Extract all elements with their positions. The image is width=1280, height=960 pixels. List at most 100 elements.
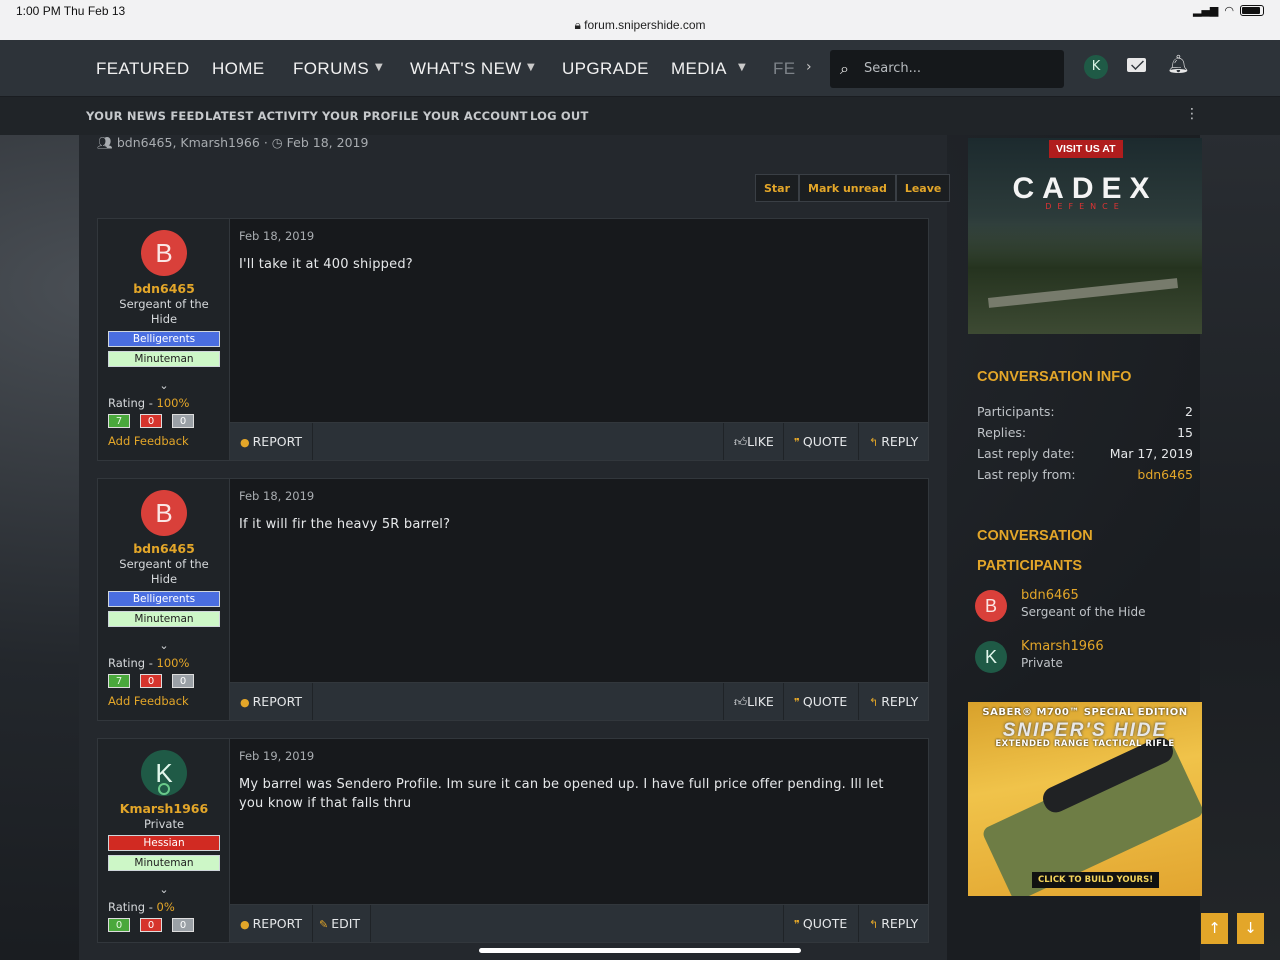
nav-forums[interactable]: FORUMS [293,59,369,79]
quote-button[interactable]: ❞ QUOTE [783,683,857,720]
chevron-down-icon[interactable]: ⌄ [98,639,230,652]
message-date[interactable]: Feb 18, 2019 [239,229,314,243]
message-user-panel: K Kmarsh1966 Private Hessian Minuteman ⌄… [98,739,230,942]
quote-icon: ❞ [794,696,800,709]
subnav-your-profile[interactable]: YOUR PROFILE [322,109,419,123]
report-button[interactable]: ● REPORT [230,905,313,942]
ad-visit-label: VISIT US AT [1049,140,1123,158]
chevron-down-icon[interactable]: ▼ [738,62,746,73]
message: B bdn6465 Sergeant of the Hide Belligere… [97,478,929,721]
like-button[interactable]: 👍︎LIKE [723,423,784,460]
arrow-up-icon: ↑ [1208,919,1221,937]
nav-featured[interactable]: FEATURED [96,59,190,79]
reply-button[interactable]: ↰ REPLY [858,423,928,460]
chevron-down-icon[interactable]: ⌄ [98,379,230,392]
chevron-right-icon[interactable]: › [806,59,812,75]
report-icon: ● [240,436,250,449]
top-nav: FEATURED HOME FORUMS ▼ WHAT'S NEW ▼ UPGR… [0,40,1280,97]
account-avatar[interactable]: K [1084,55,1108,79]
neutral-count: 0 [172,918,194,932]
subnav-your-account[interactable]: YOUR ACCOUNT [423,109,528,123]
bell-icon[interactable]: 🔔︎ [1167,54,1190,75]
scroll-bottom-button[interactable]: ↓ [1237,913,1264,944]
feedback-votes: 0 0 0 [108,918,194,932]
participant-title: Private [1021,656,1063,670]
user-banner: Hessian [108,835,220,851]
participant-item[interactable]: K Kmarsh1966 Private [975,639,1195,679]
mark-unread-button[interactable]: Mark unread [799,174,896,202]
quote-icon: ❞ [794,436,800,449]
participant-item[interactable]: B bdn6465 Sergeant of the Hide [975,588,1195,628]
message-footer: ● REPORT ✎ EDIT ❞ QUOTE ↰ REPLY [230,904,928,942]
quote-button[interactable]: ❞ QUOTE [783,905,857,942]
home-indicator[interactable] [479,948,801,953]
more-vertical-icon[interactable]: ⋮ [1185,106,1199,122]
user-title: Sergeant of the Hide [119,297,209,326]
quote-button[interactable]: ❞ QUOTE [783,423,857,460]
pencil-icon: ✎ [319,918,329,931]
avatar[interactable]: B [141,490,187,536]
status-time: 1:00 PM Thu Feb 13 [16,4,126,18]
scroll-top-button[interactable]: ↑ [1201,913,1228,944]
edit-button[interactable]: ✎ EDIT [309,905,372,942]
user-title: Private [143,817,185,831]
subnav-log-out[interactable]: LOG OUT [530,109,589,123]
negative-count: 0 [140,674,162,688]
reply-button[interactable]: ↰ REPLY [858,683,928,720]
snipershide-rifle-advertisement[interactable]: SABER® M700™ SPECIAL EDITION SNIPER'S HI… [968,702,1202,896]
feedback-votes: 7 0 0 [108,414,194,428]
cadex-logo-sub: DEFENCE [1045,202,1125,211]
chevron-down-icon[interactable]: ⌄ [98,883,230,896]
ad-cta: CLICK TO BUILD YOURS! [1032,872,1160,888]
message-body: If it will fir the heavy 5R barrel? [239,517,451,532]
sub-nav: YOUR NEWS FEED LATEST ACTIVITY YOUR PROF… [0,97,1280,135]
add-feedback-link[interactable]: Add Feedback [108,694,189,708]
wifi-icon: ◠ [1224,4,1234,17]
conversation-participants: CONVERSATION PARTICIPANTS B bdn6465 Serg… [967,521,1202,681]
report-button[interactable]: ● REPORT [230,423,313,460]
nav-upgrade[interactable]: UPGRADE [562,59,649,79]
last-reply-user-link[interactable]: bdn6465 [1137,467,1193,482]
nav-media[interactable]: MEDIA [671,59,727,79]
user-rating: Rating - 0% [108,900,175,914]
cadex-advertisement[interactable]: VISIT US AT CADEX DEFENCE [968,138,1202,334]
conversation-actions: Star Mark unread Leave [755,174,951,202]
report-button[interactable]: ● REPORT [230,683,313,720]
message-date[interactable]: Feb 19, 2019 [239,749,314,763]
chevron-down-icon[interactable]: ▼ [375,62,383,73]
username[interactable]: bdn6465 [98,281,230,296]
user-banner: Minuteman [108,351,220,367]
reply-button[interactable]: ↰ REPLY [858,905,928,942]
subnav-news-feed[interactable]: YOUR NEWS FEED [86,109,204,123]
avatar[interactable]: B [141,230,187,276]
nav-truncated[interactable]: FE [773,59,796,79]
username[interactable]: bdn6465 [98,541,230,556]
ad-subline: EXTENDED RANGE TACTICAL RIFLE [995,739,1175,749]
message-footer: ● REPORT 👍︎LIKE ❞ QUOTE ↰ REPLY [230,682,928,720]
avatar[interactable]: B [975,590,1007,622]
subnav-latest-activity[interactable]: LATEST ACTIVITY [205,109,318,123]
user-banner: Belligerents [108,591,220,607]
like-button[interactable]: 👍︎LIKE [723,683,784,720]
add-feedback-link[interactable]: Add Feedback [108,434,189,448]
avatar[interactable]: K [975,641,1007,673]
signal-icon: ▂▄▆ [1193,4,1219,17]
nav-home[interactable]: HOME [212,59,265,79]
message-date[interactable]: Feb 18, 2019 [239,489,314,503]
participant-name[interactable]: Kmarsh1966 [1021,639,1104,654]
username[interactable]: Kmarsh1966 [98,801,230,816]
nav-whats-new[interactable]: WHAT'S NEW [410,59,522,79]
report-icon: ● [240,918,250,931]
clock-icon: ◷ [271,135,283,150]
chevron-down-icon[interactable]: ▼ [527,62,535,73]
star-button[interactable]: Star [755,174,800,202]
participants-title-line2: PARTICIPANTS [977,558,1082,574]
address-bar[interactable]: 🔒︎ forum.snipershide.com [0,18,1280,33]
reply-icon: ↰ [869,918,879,931]
participant-name[interactable]: bdn6465 [1021,588,1079,603]
search-input[interactable]: ⌕ Search... [830,50,1064,88]
mail-icon[interactable] [1127,58,1146,72]
leave-button[interactable]: Leave [895,174,951,202]
battery-icon [1240,5,1264,16]
positive-count: 7 [108,414,130,428]
